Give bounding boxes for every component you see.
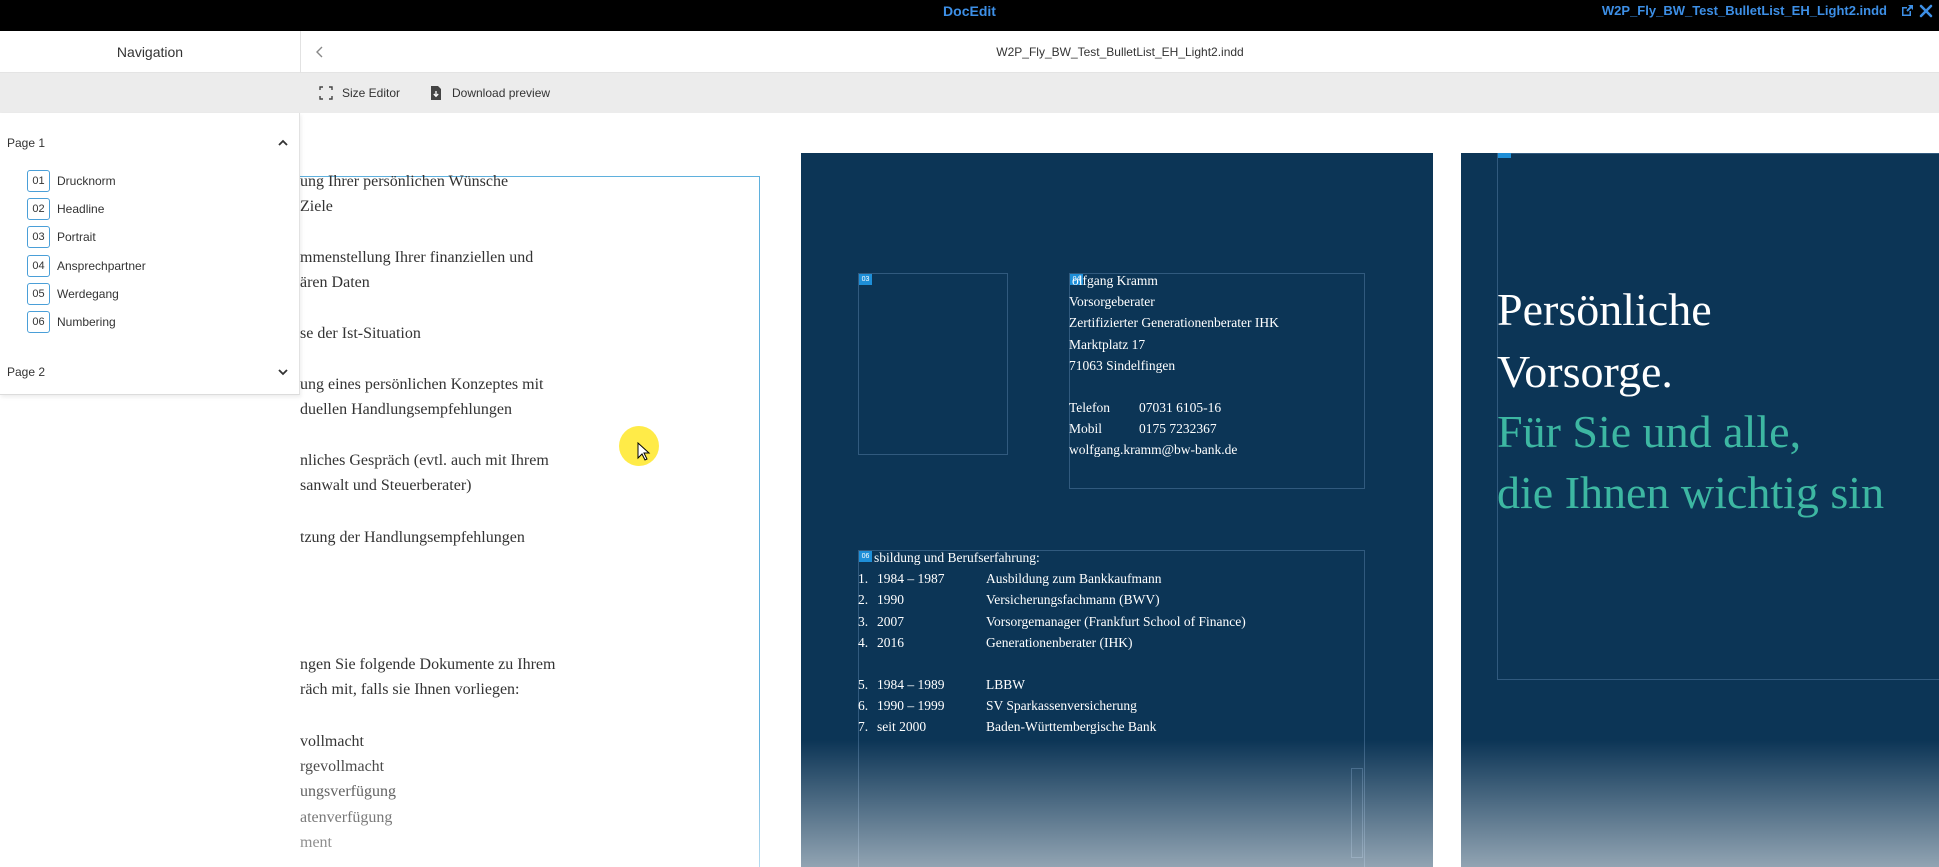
page1-line: ung eines persönlichen Konzeptes mit bbox=[300, 376, 544, 393]
download-file-icon bbox=[431, 86, 441, 100]
nav-item-label: Headline bbox=[57, 202, 105, 216]
page1-line: ngen Sie folgende Dokumente zu Ihrem bbox=[300, 656, 556, 673]
page1-line: ment bbox=[300, 834, 332, 851]
nav-item-label: Ansprechpartner bbox=[57, 259, 146, 273]
nav-item-number: 04 bbox=[27, 255, 50, 277]
contact-mobile-label: Mobil bbox=[1069, 421, 1103, 436]
nav-item-number: 05 bbox=[27, 283, 50, 305]
contact-city: 71063 Sindelfingen bbox=[1069, 358, 1176, 373]
page-2-label: Page 2 bbox=[7, 365, 46, 379]
nav-item-number: 01 bbox=[27, 170, 50, 192]
hero-line-1: Persönliche bbox=[1497, 284, 1712, 335]
file-name: W2P_Fly_BW_Test_BulletList_EH_Light2.ind… bbox=[996, 45, 1244, 59]
contact-street: Marktplatz 17 bbox=[1069, 337, 1146, 352]
nav-item-number: 02 bbox=[27, 198, 50, 220]
resize-icon bbox=[319, 86, 333, 100]
career-text: Generationenberater (IHK) bbox=[986, 635, 1133, 650]
career-heading: sbildung und Berufserfahrung: bbox=[874, 550, 1040, 565]
page-1-label: Page 1 bbox=[7, 136, 46, 150]
navigation-panel: Page 1 01 Drucknorm 02 Headline 03 Portr… bbox=[0, 113, 300, 395]
page-2-spread[interactable]: 03 04 olfgang Kramm Vorsorgeberater Zert… bbox=[801, 153, 1433, 867]
frame-badge-portrait[interactable]: 03 bbox=[859, 274, 872, 285]
hero-line-2: Vorsorge. bbox=[1497, 346, 1673, 397]
page1-line: ung Ihrer persönlichen Wünsche bbox=[300, 173, 509, 190]
career-num: 5. bbox=[858, 677, 869, 692]
toolbar bbox=[0, 73, 1939, 113]
nav-item-werdegang[interactable]: 05 Werdegang bbox=[27, 283, 119, 305]
career-text: SV Sparkassenversicherung bbox=[986, 698, 1137, 713]
career-num: 2. bbox=[858, 592, 869, 607]
download-preview-label: Download preview bbox=[452, 86, 551, 100]
page1-line: mmenstellung Ihrer finanziellen und bbox=[300, 249, 534, 266]
page1-line: Ziele bbox=[300, 198, 333, 215]
page1-line: se der Ist-Situation bbox=[300, 325, 421, 342]
career-text: LBBW bbox=[986, 677, 1025, 692]
career-num: 3. bbox=[858, 614, 869, 629]
page-2-section-header[interactable]: Page 2 bbox=[0, 361, 300, 383]
page1-line: nliches Gespräch (evtl. auch mit Ihrem bbox=[300, 452, 549, 469]
chevron-down-icon[interactable] bbox=[276, 365, 290, 379]
page1-line: tzung der Handlungsempfehlungen bbox=[300, 529, 525, 546]
career-text: Vorsorgemanager (Frankfurt School of Fin… bbox=[986, 614, 1246, 629]
contact-mobile: 0175 7232367 bbox=[1139, 421, 1217, 436]
contact-name: olfgang Kramm bbox=[1072, 273, 1158, 288]
page1-line: sanwalt und Steuerberater) bbox=[300, 477, 472, 494]
page1-line: duellen Handlungsempfehlungen bbox=[300, 401, 512, 418]
nav-item-label: Drucknorm bbox=[57, 174, 116, 188]
page1-line: räch mit, falls sie Ihnen vorliegen: bbox=[300, 681, 520, 698]
career-year: 2016 bbox=[877, 635, 904, 650]
nav-item-number: 06 bbox=[27, 311, 50, 333]
hero-line-4: die Ihnen wichtig sin bbox=[1497, 467, 1885, 518]
career-year: 1990 bbox=[877, 592, 904, 607]
overflow-marker[interactable] bbox=[1351, 768, 1363, 858]
page-3-spread[interactable]: Persönliche Vorsorge. Für Sie und alle, … bbox=[1461, 153, 1939, 867]
frame-badge-career[interactable]: 06 bbox=[859, 551, 872, 562]
frame-badge-headline[interactable] bbox=[1498, 153, 1511, 158]
page1-line: rgevollmacht bbox=[300, 758, 385, 775]
career-num: 1. bbox=[858, 571, 869, 586]
contact-phone: 07031 6105-16 bbox=[1139, 400, 1222, 415]
size-editor-label: Size Editor bbox=[342, 86, 401, 100]
career-text: Baden-Württembergische Bank bbox=[986, 719, 1157, 734]
page1-line: ären Daten bbox=[300, 274, 370, 291]
hero-line-3: Für Sie und alle, bbox=[1497, 406, 1802, 457]
navigation-title: Navigation bbox=[116, 44, 184, 60]
career-year: 1990 – 1999 bbox=[877, 698, 945, 713]
career-year: 1984 – 1989 bbox=[877, 677, 945, 692]
nav-item-headline[interactable]: 02 Headline bbox=[27, 198, 104, 220]
nav-item-label: Werdegang bbox=[57, 287, 119, 301]
contact-email: wolfgang.kramm@bw-bank.de bbox=[1069, 442, 1238, 457]
chevron-up-icon[interactable] bbox=[276, 136, 290, 150]
contact-role: Vorsorgeberater bbox=[1069, 294, 1155, 309]
career-text: Versicherungsfachmann (BWV) bbox=[986, 592, 1160, 607]
career-text: Ausbildung zum Bankkaufmann bbox=[986, 571, 1162, 586]
document-title-link[interactable]: W2P_Fly_BW_Test_BulletList_EH_Light2.ind… bbox=[1602, 0, 1887, 22]
size-editor-button[interactable]: Size Editor bbox=[318, 73, 400, 113]
open-external-icon[interactable] bbox=[1899, 3, 1915, 19]
contact-phone-label: Telefon bbox=[1069, 400, 1111, 415]
nav-item-label: Numbering bbox=[57, 315, 116, 329]
page-1-section-header[interactable]: Page 1 bbox=[0, 132, 300, 154]
nav-item-ansprechpartner[interactable]: 04 Ansprechpartner bbox=[27, 255, 146, 277]
career-num: 6. bbox=[858, 698, 869, 713]
download-preview-button[interactable]: Download preview bbox=[428, 73, 550, 113]
career-year: 1984 – 1987 bbox=[877, 571, 945, 586]
career-year: 2007 bbox=[877, 614, 904, 629]
nav-item-drucknorm[interactable]: 01 Drucknorm bbox=[27, 170, 116, 192]
career-num: 7. bbox=[858, 719, 869, 734]
nav-item-numbering[interactable]: 06 Numbering bbox=[27, 311, 116, 333]
document-canvas[interactable]: ung Ihrer persönlichen Wünsche Ziele mme… bbox=[300, 113, 1939, 867]
page1-line: vollmacht bbox=[300, 733, 364, 750]
career-year: seit 2000 bbox=[877, 719, 927, 734]
page1-line: atenverfügung bbox=[300, 809, 393, 826]
contact-cert: Zertifizierter Generationenberater IHK bbox=[1069, 315, 1279, 330]
mouse-pointer-icon bbox=[637, 442, 651, 461]
page1-line: ungsverfügung bbox=[300, 783, 396, 800]
nav-item-portrait[interactable]: 03 Portrait bbox=[27, 226, 96, 248]
close-icon[interactable] bbox=[1918, 3, 1934, 19]
portrait-frame[interactable] bbox=[858, 273, 1008, 455]
nav-item-label: Portrait bbox=[57, 230, 96, 244]
career-num: 4. bbox=[858, 635, 869, 650]
nav-item-number: 03 bbox=[27, 226, 50, 248]
